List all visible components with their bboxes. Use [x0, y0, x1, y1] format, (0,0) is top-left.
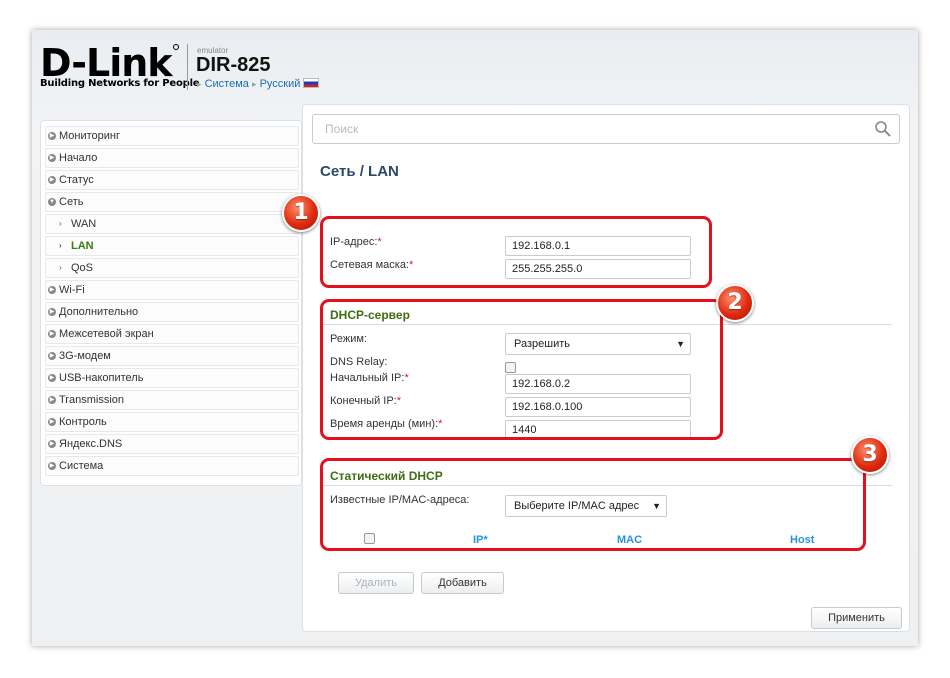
callout-box-1: [320, 216, 712, 288]
sidebar-item-3g-modem[interactable]: ▶ 3G-модем: [45, 346, 299, 366]
sidebar-item-advanced[interactable]: ▶ Дополнительно: [45, 302, 299, 322]
chevron-right-icon: ›: [59, 263, 62, 272]
sidebar-item-label: Контроль: [59, 416, 107, 428]
sidebar-item-lan[interactable]: › LAN: [45, 236, 299, 256]
chevron-right-icon: ▶: [48, 440, 56, 448]
chevron-right-icon: ▶: [48, 286, 56, 294]
sidebar-item-label: LAN: [71, 240, 94, 252]
chevron-right-icon: ▶: [48, 176, 56, 184]
chevron-right-icon: ▶: [48, 418, 56, 426]
chevron-right-icon: ▶: [48, 352, 56, 360]
sidebar-item-monitoring[interactable]: ▶ Мониторинг: [45, 126, 299, 146]
sidebar-item-wan[interactable]: › WAN: [45, 214, 299, 234]
search-input[interactable]: Поиск: [312, 114, 900, 144]
sidebar-item-qos[interactable]: › QoS: [45, 258, 299, 278]
chevron-right-icon: ▶: [48, 308, 56, 316]
sidebar-item-yandex-dns[interactable]: ▶ Яндекс.DNS: [45, 434, 299, 454]
chevron-down-icon: ▼: [48, 198, 56, 206]
sidebar-item-label: Начало: [59, 152, 98, 164]
callout-badge-3: 3: [851, 436, 889, 474]
device-model: DIR-825: [196, 54, 271, 76]
sidebar-item-start[interactable]: ▶ Начало: [45, 148, 299, 168]
callout-box-3: [320, 458, 866, 551]
sidebar-item-status[interactable]: ▶ Статус: [45, 170, 299, 190]
sidebar-item-label: Wi-Fi: [59, 284, 85, 296]
add-button[interactable]: Добавить: [421, 572, 504, 594]
sidebar-item-firewall[interactable]: ▶ Межсетевой экран: [45, 324, 299, 344]
dlink-logo: D-Link: [40, 44, 179, 82]
sidebar-item-transmission[interactable]: ▶ Transmission: [45, 390, 299, 410]
sidebar-item-label: QoS: [71, 262, 94, 274]
sidebar: ▶ Мониторинг ▶ Начало ▶ Статус ▼ Сеть › WAN ›…: [40, 120, 302, 486]
callout-box-2: [320, 299, 723, 440]
sidebar-item-label: USB-накопитель: [59, 372, 144, 384]
language-link[interactable]: Русский: [260, 78, 301, 90]
arrow-right-icon: ▸: [197, 79, 202, 89]
sidebar-item-label: Статус: [59, 174, 94, 186]
sidebar-item-usb-storage[interactable]: ▶ USB-накопитель: [45, 368, 299, 388]
chevron-right-icon: ▶: [48, 462, 56, 470]
search-icon[interactable]: [873, 119, 893, 139]
sidebar-item-system[interactable]: ▶ Система: [45, 456, 299, 476]
header-links: ▸ Система ▸ Русский: [197, 78, 320, 90]
sidebar-item-label: Яндекс.DNS: [59, 438, 123, 450]
system-link[interactable]: Система: [205, 78, 249, 90]
delete-button[interactable]: Удалить: [338, 572, 414, 594]
chevron-right-icon: ▶: [48, 154, 56, 162]
chevron-right-icon: ▶: [48, 330, 56, 338]
arrow-right-icon: ▸: [251, 79, 257, 89]
sidebar-item-control[interactable]: ▶ Контроль: [45, 412, 299, 432]
sidebar-item-label: Transmission: [59, 394, 124, 406]
sidebar-item-label: WAN: [71, 218, 97, 230]
russian-flag-icon[interactable]: [303, 78, 320, 88]
sidebar-item-network[interactable]: ▼ Сеть: [45, 192, 299, 212]
page-title: Сеть / LAN: [320, 163, 399, 180]
chevron-right-icon: ›: [59, 241, 62, 250]
sidebar-item-label: Система: [59, 460, 104, 472]
sidebar-item-label: 3G-модем: [59, 350, 111, 362]
chevron-right-icon: ›: [59, 219, 62, 228]
chevron-right-icon: ▶: [48, 396, 56, 404]
chevron-right-icon: ▶: [48, 374, 56, 382]
sidebar-item-wifi[interactable]: ▶ Wi-Fi: [45, 280, 299, 300]
sidebar-item-label: Дополнительно: [59, 306, 139, 318]
logo-tagline: Building Networks for People: [40, 78, 200, 89]
sidebar-item-label: Сеть: [59, 196, 84, 208]
apply-button[interactable]: Применить: [811, 607, 902, 629]
sidebar-item-label: Мониторинг: [59, 130, 121, 142]
callout-badge-1: 1: [282, 194, 320, 232]
chevron-right-icon: ▶: [48, 132, 56, 140]
callout-badge-2: 2: [716, 284, 754, 322]
sidebar-item-label: Межсетевой экран: [59, 328, 154, 340]
header-divider: [187, 44, 188, 90]
